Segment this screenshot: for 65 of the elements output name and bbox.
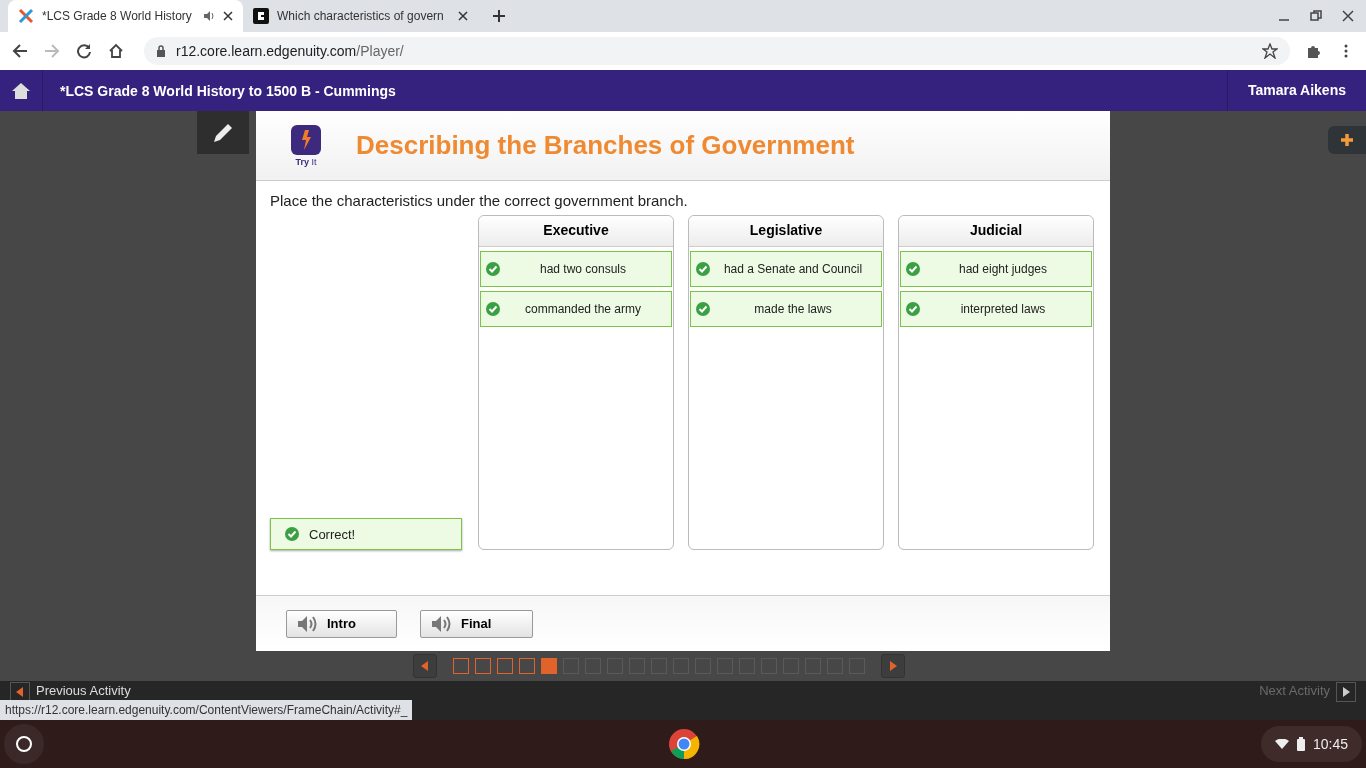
course-title: *LCS Grade 8 World History to 1500 B - Cummings	[60, 82, 396, 99]
check-icon	[486, 262, 500, 276]
feedback-message: Correct!	[270, 518, 462, 550]
answer-card[interactable]: had eight judges	[900, 251, 1092, 287]
browser-tab[interactable]: *LCS Grade 8 World History	[8, 0, 243, 32]
home-icon[interactable]	[108, 43, 124, 59]
previous-page-button[interactable]	[413, 654, 437, 678]
chrome-icon[interactable]	[668, 728, 700, 760]
wifi-icon	[1274, 739, 1289, 749]
page-square[interactable]	[453, 658, 469, 674]
next-activity-button[interactable]	[1336, 682, 1356, 702]
column-heading: Legislative	[689, 216, 883, 247]
check-icon	[906, 302, 920, 316]
answer-card[interactable]: commanded the army	[480, 291, 672, 327]
check-icon	[906, 262, 920, 276]
column-heading: Executive	[479, 216, 673, 247]
status-tooltip: https://r12.core.learn.edgenuity.com/ContentViewers/FrameChain/Activity#_	[0, 700, 413, 720]
left-arrow-icon	[16, 687, 24, 697]
close-icon[interactable]	[223, 11, 233, 21]
check-icon	[696, 302, 710, 316]
previous-activity-link[interactable]: Previous Activity	[36, 682, 131, 700]
lightning-icon	[291, 124, 321, 155]
pencil-button[interactable]	[197, 111, 249, 154]
right-arrow-icon	[889, 661, 897, 671]
circle-icon	[14, 734, 34, 754]
battery-icon	[1296, 737, 1305, 751]
restore-icon[interactable]	[1310, 10, 1322, 22]
page-square[interactable]	[519, 658, 535, 674]
address-field[interactable]: r12.core.learn.edgenuity.com/Player/	[144, 37, 1290, 65]
close-icon[interactable]	[1342, 10, 1354, 22]
puzzle-icon[interactable]	[1306, 43, 1322, 59]
close-icon[interactable]	[458, 11, 468, 21]
activity-type: Try It	[295, 156, 317, 167]
audio-button[interactable]: Intro	[286, 609, 397, 638]
browser-tab[interactable]: Which characteristics of govern	[243, 0, 478, 32]
check-icon	[696, 262, 710, 276]
column-heading: Judicial	[899, 216, 1093, 247]
x-logo-icon	[18, 8, 34, 24]
system-tray[interactable]: 10:45	[1260, 726, 1362, 762]
audio-button[interactable]: Final	[420, 609, 533, 638]
instruction-text: Place the characteristics under the correct government branch.	[270, 192, 689, 209]
left-arrow-icon	[421, 661, 429, 671]
check-icon	[285, 527, 299, 541]
new-tab-icon[interactable]	[492, 9, 506, 23]
user-name[interactable]: Tamara Aikens	[1226, 70, 1366, 111]
lock-icon	[156, 45, 166, 57]
home-icon	[11, 80, 31, 101]
reload-icon[interactable]	[76, 43, 92, 59]
answer-card[interactable]: had a Senate and Council	[690, 251, 882, 287]
launcher-button[interactable]	[4, 724, 44, 764]
speaker-icon[interactable]	[203, 10, 215, 22]
check-icon	[486, 302, 500, 316]
add-button[interactable]	[1328, 126, 1366, 154]
next-page-button[interactable]	[881, 654, 905, 678]
answer-card[interactable]: had two consuls	[480, 251, 672, 287]
activity-title: Describing the Branches of Government	[356, 130, 855, 161]
answer-card[interactable]: made the laws	[690, 291, 882, 327]
plus-icon	[1340, 133, 1354, 147]
back-icon[interactable]	[12, 43, 28, 59]
right-arrow-icon	[1342, 687, 1350, 697]
star-icon[interactable]	[1262, 43, 1278, 59]
page-square[interactable]	[475, 658, 491, 674]
b-logo-icon	[253, 8, 269, 24]
answer-card[interactable]: interpreted laws	[900, 291, 1092, 327]
page-square[interactable]	[497, 658, 513, 674]
